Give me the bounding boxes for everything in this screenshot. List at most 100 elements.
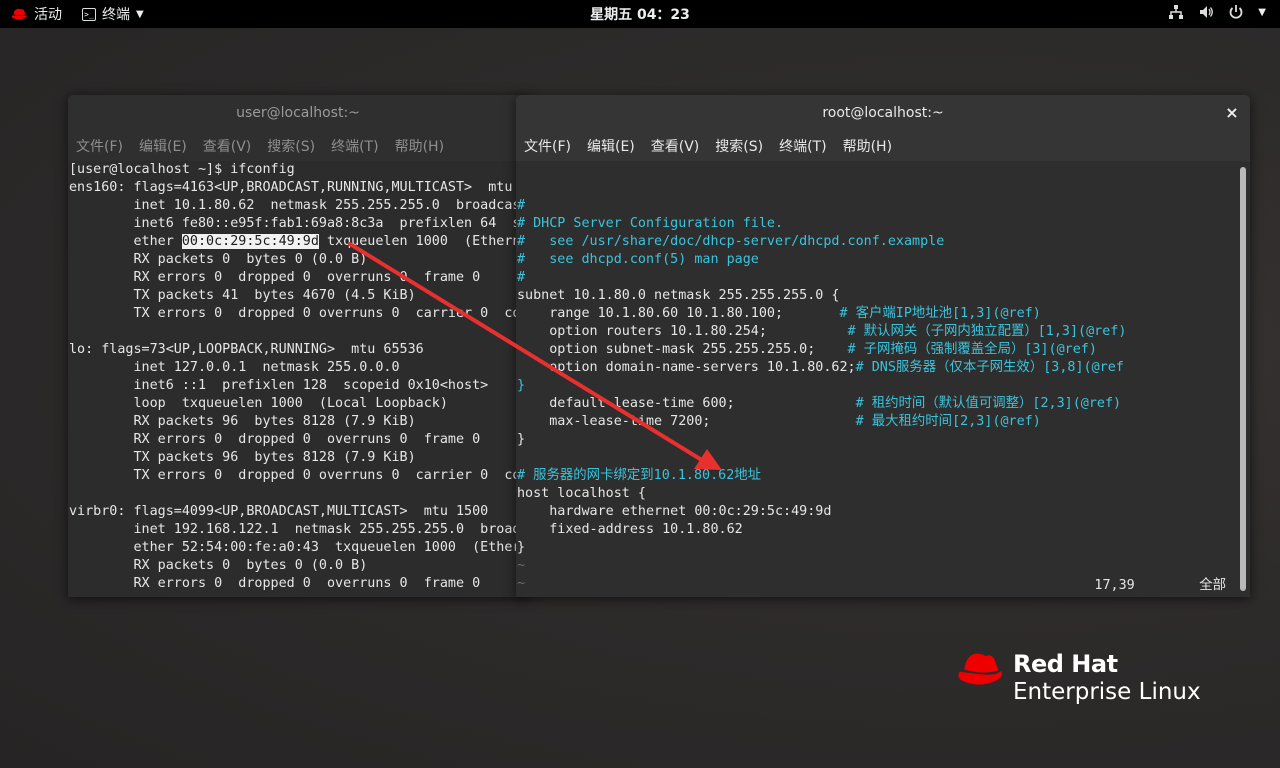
editor-line: # see /usr/share/doc/dhcp-server/dhcpd.c… <box>517 234 945 249</box>
menu-view[interactable]: 查看(V) <box>651 136 700 156</box>
terminal-line: RX packets 0 bytes 0 (0.0 B) <box>69 558 368 573</box>
vim-editor[interactable]: # # DHCP Server Configuration file. # see … <box>516 161 1250 597</box>
editor-line: subnet 10.1.80.0 netmask 255.255.255.0 { <box>517 288 840 303</box>
terminal-line: inet6 ::1 prefixlen 128 scopeid 0x10<hos… <box>69 378 489 393</box>
app-menu-label: 终端 <box>102 7 130 23</box>
editor-line: # DHCP Server Configuration file. <box>517 216 784 231</box>
app-menu[interactable]: >_ 终端 ▼ <box>82 4 144 24</box>
terminal-line: ether 00:0c:29:5c:49:9d txqueuelen 1000 … <box>69 233 528 251</box>
editor-line: # <box>517 270 526 285</box>
terminal-line: ether 52:54:00:fe:a0:43 txqueuelen 1000 … <box>69 540 528 555</box>
chevron-down-icon: ▼ <box>136 8 144 20</box>
editor-line: # see dhcpd.conf(5) man page <box>517 252 759 267</box>
menu-file[interactable]: 文件(F) <box>76 136 123 156</box>
terminal-line: virbr0: flags=4099<UP,BROADCAST,MULTICAS… <box>69 504 489 519</box>
close-button[interactable]: × <box>1224 95 1240 131</box>
system-menu[interactable]: ▼ <box>1168 4 1266 20</box>
terminal-line: RX errors 0 dropped 0 overruns 0 frame 0 <box>69 432 481 447</box>
menu-file[interactable]: 文件(F) <box>524 136 571 156</box>
menu-search[interactable]: 搜索(S) <box>267 136 315 156</box>
editor-line: default-lease-time 600; # 租约时间（默认值可调整）[2… <box>517 395 1250 413</box>
logo-line2: Enterprise Linux <box>1013 679 1201 705</box>
redhat-logo: Red Hat Enterprise Linux <box>955 650 1201 706</box>
editor-comment: # 默认网关（子网内独立配置）[1,3](@ref) <box>847 324 1127 339</box>
terminal-line: RX errors 0 dropped 0 overruns 0 frame 0 <box>69 270 481 285</box>
terminal-line: RX packets 96 bytes 8128 (7.9 KiB) <box>69 414 416 429</box>
editor-comment: # 子网掩码（强制覆盖全局）[3](@ref) <box>847 342 1097 357</box>
menu-search[interactable]: 搜索(S) <box>715 136 763 156</box>
logo-line1: Red Hat <box>1013 650 1118 678</box>
mac-address-selection[interactable]: 00:0c:29:5c:49:9d <box>181 234 319 249</box>
editor-line: option domain-name-servers 10.1.80.62;# … <box>517 359 1250 377</box>
editor-code: default-lease-time 600; <box>517 396 856 411</box>
terminal-line: TX errors 0 dropped 0 overruns 0 carrier… <box>133 306 528 321</box>
menu-help[interactable]: 帮助(H) <box>843 136 892 156</box>
editor-code: option subnet-mask 255.255.255.0; <box>517 342 848 357</box>
desktop: 活动 >_ 终端 ▼ 星期五 04：23 ▼ user@localhost:~ … <box>0 0 1280 768</box>
clock[interactable]: 星期五 04：23 <box>0 4 1280 24</box>
activities-button[interactable]: 活动 <box>10 4 62 24</box>
terminal-line: inet6 fe80::e95f:fab1:69a8:8c3a prefixle… <box>133 216 528 231</box>
menu-bar: 文件(F) 编辑(E) 查看(V) 搜索(S) 终端(T) 帮助(H) <box>68 131 528 161</box>
editor-code: range 10.1.80.60 10.1.80.100; <box>517 306 840 321</box>
editor-comment: # 客户端IP地址池[1,3](@ref) <box>839 306 1041 321</box>
activities-label: 活动 <box>34 7 62 23</box>
editor-comment: # 租约时间（默认值可调整）[2,3](@ref) <box>855 396 1122 411</box>
window-title[interactable]: user@localhost:~ <box>68 95 528 131</box>
menu-terminal[interactable]: 终端(T) <box>779 136 826 156</box>
editor-line: fixed-address 10.1.80.62 <box>517 522 743 537</box>
network-icon <box>1169 5 1184 19</box>
redhat-hat-icon <box>958 653 1003 685</box>
terminal-line: inet 10.1.80.62 netmask 255.255.255.0 br… <box>133 198 528 213</box>
editor-line: option subnet-mask 255.255.255.0; # 子网掩码… <box>517 341 1250 359</box>
editor-line: } <box>517 540 526 555</box>
window-title[interactable]: root@localhost:~ <box>516 95 1250 131</box>
editor-line: # 服务器的网卡绑定到10.1.80.62地址 <box>517 468 762 483</box>
editor-comment: # DNS服务器（仅本子网生效）[3,8](@ref <box>855 360 1124 375</box>
editor-line: # <box>517 198 526 213</box>
editor-comment: # 最大租约时间[2,3](@ref) <box>855 414 1041 429</box>
volume-icon <box>1200 6 1214 18</box>
editor-line: hardware ethernet 00:0c:29:5c:49:9d <box>517 504 832 519</box>
terminal-line: TX packets 96 bytes 8128 (7.9 KiB) <box>69 450 416 465</box>
terminal-line: RX packets 0 bytes 0 (0.0 B) <box>69 252 368 267</box>
terminal-line: [user@localhost ~]$ ifconfig <box>69 162 295 177</box>
terminal-line: ens160: flags=4163<UP,BROADCAST,RUNNING,… <box>69 180 528 195</box>
editor-line: range 10.1.80.60 10.1.80.100; # 客户端IP地址池… <box>517 305 1250 323</box>
top-bar: 活动 >_ 终端 ▼ 星期五 04：23 ▼ <box>0 0 1280 28</box>
redhat-icon <box>11 8 27 20</box>
editor-line: } <box>517 432 526 447</box>
terminal-line: TX errors 0 dropped 0 overruns 0 carrier… <box>133 468 528 483</box>
menu-terminal[interactable]: 终端(T) <box>331 136 378 156</box>
editor-line: ~ <box>517 558 526 573</box>
vim-status-position: 17,39 全部 <box>1094 578 1226 593</box>
editor-code: option routers 10.1.80.254; <box>517 324 848 339</box>
terminal-line: inet 192.168.122.1 netmask 255.255.255.0… <box>133 522 528 537</box>
editor-code: max-lease-time 7200; <box>517 414 856 429</box>
menu-edit[interactable]: 编辑(E) <box>139 136 187 156</box>
editor-line: } <box>517 378 526 393</box>
editor-line: host localhost { <box>517 486 646 501</box>
terminal-output[interactable]: [user@localhost ~]$ ifconfig ens160: flag… <box>68 161 528 597</box>
editor-line: option routers 10.1.80.254; # 默认网关（子网内独立… <box>517 323 1250 341</box>
terminal-line: TX packets 41 bytes 4670 (4.5 KiB) <box>69 288 416 303</box>
menu-bar: 文件(F) 编辑(E) 查看(V) 搜索(S) 终端(T) 帮助(H) <box>516 131 1250 161</box>
terminal-line: loop txqueuelen 1000 (Local Loopback) <box>69 396 448 411</box>
terminal-line: RX errors 0 dropped 0 overruns 0 frame 0 <box>69 576 481 591</box>
menu-view[interactable]: 查看(V) <box>203 136 252 156</box>
user-terminal-window[interactable]: user@localhost:~ 文件(F) 编辑(E) 查看(V) 搜索(S)… <box>68 95 528 597</box>
terminal-text: txqueuelen 1000 (Ethernet) <box>318 234 528 249</box>
terminal-text: ether <box>69 234 182 249</box>
terminal-line: lo: flags=73<UP,LOOPBACK,RUNNING> mtu 65… <box>69 342 424 357</box>
power-icon <box>1229 5 1243 19</box>
editor-line: max-lease-time 7200; # 最大租约时间[2,3](@ref) <box>517 413 1250 431</box>
terminal-line: inet 127.0.0.1 netmask 255.0.0.0 <box>69 360 400 375</box>
menu-edit[interactable]: 编辑(E) <box>587 136 635 156</box>
scrollbar[interactable] <box>1240 167 1246 591</box>
root-terminal-window[interactable]: root@localhost:~ × 文件(F) 编辑(E) 查看(V) 搜索(… <box>516 95 1250 597</box>
menu-help[interactable]: 帮助(H) <box>395 136 444 156</box>
chevron-down-icon: ▼ <box>1258 6 1266 18</box>
